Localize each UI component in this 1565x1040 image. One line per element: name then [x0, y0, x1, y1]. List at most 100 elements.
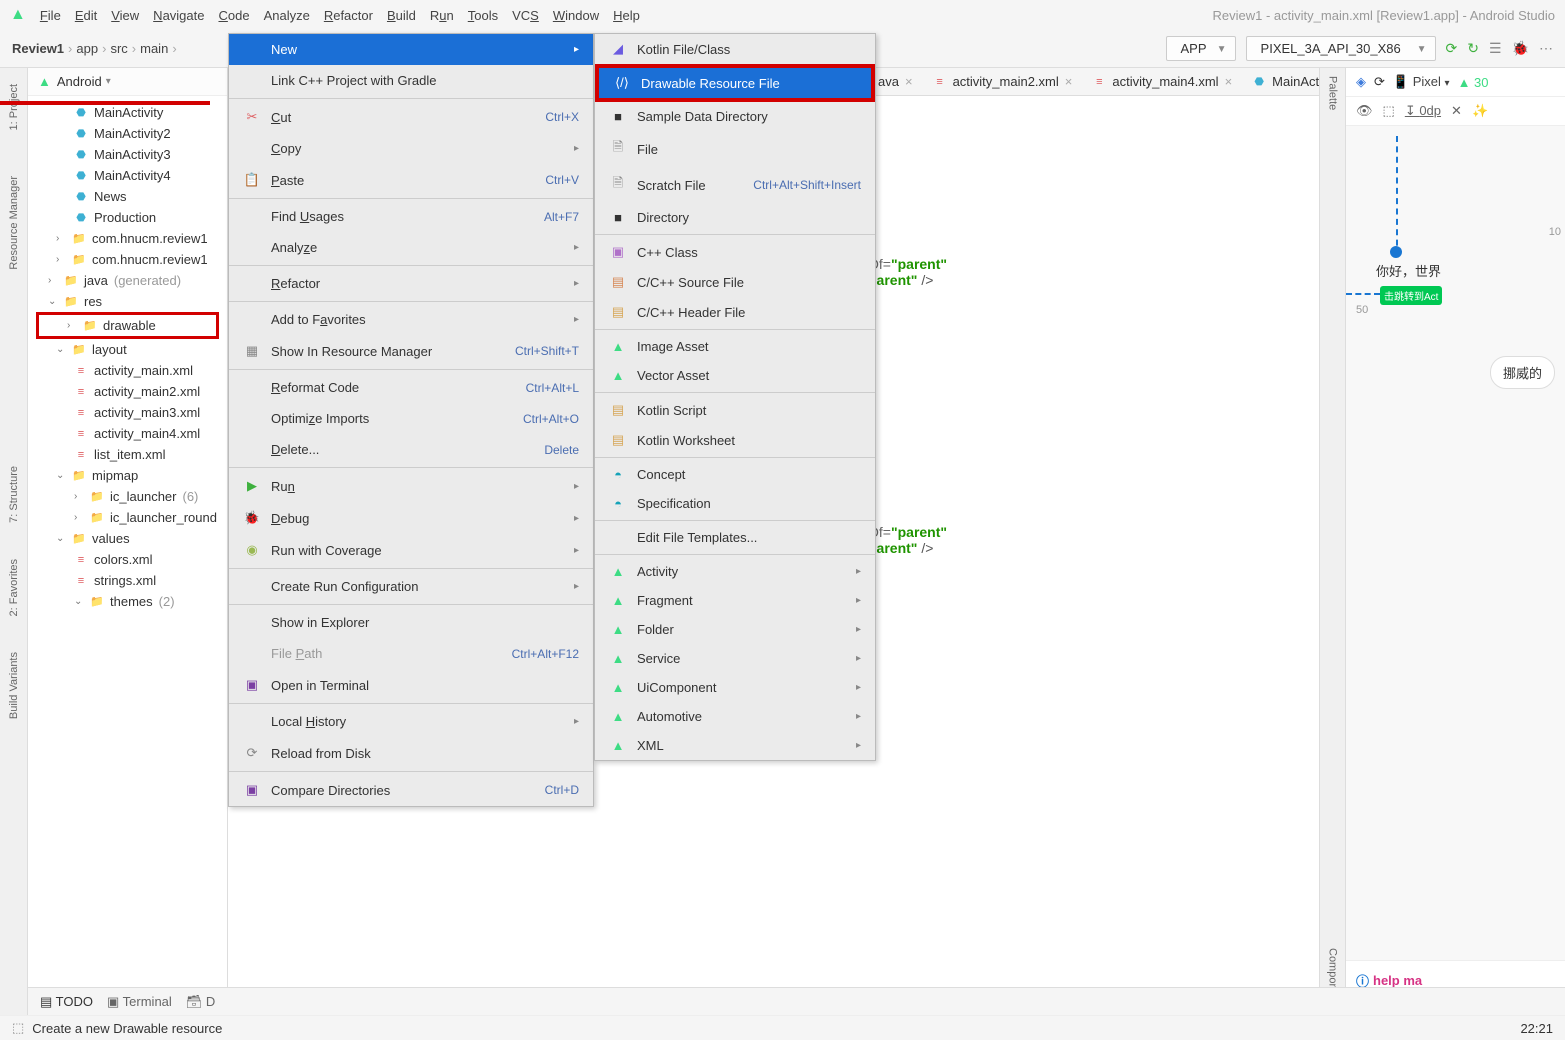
- sub-drawable-resource[interactable]: ⟨/⟩Drawable Resource File: [599, 68, 871, 98]
- tree-file-xml[interactable]: ≡list_item.xml: [28, 444, 227, 465]
- tree-file-xml[interactable]: ≡activity_main3.xml: [28, 402, 227, 423]
- editor-tab[interactable]: ≡activity_main4.xml×: [1082, 68, 1242, 95]
- tree-class-item[interactable]: ⬣MainActivity2: [28, 123, 227, 144]
- ctx-file-path[interactable]: File PathCtrl+Alt+F12: [229, 638, 593, 669]
- tree-file-xml[interactable]: ≡activity_main4.xml: [28, 423, 227, 444]
- menu-analyze[interactable]: Analyze: [264, 8, 310, 23]
- menu-edit[interactable]: Edit: [75, 8, 97, 23]
- ctx-paste[interactable]: 📋PasteCtrl+V: [229, 164, 593, 196]
- ctx-open-terminal[interactable]: ▣Open in Terminal: [229, 669, 593, 701]
- tree-class-item[interactable]: ⬣MainActivity: [28, 102, 227, 123]
- tree-folder-layout[interactable]: ⌄📁layout: [28, 339, 227, 360]
- dp-stepper[interactable]: ↧ 0dp: [1405, 103, 1441, 119]
- breadcrumb-item[interactable]: Review1: [12, 41, 64, 56]
- sub-image-asset[interactable]: ▲Image Asset: [595, 332, 875, 361]
- sub-c-header[interactable]: ▤C/C++ Header File: [595, 297, 875, 327]
- ctx-run[interactable]: ▶Run▸: [229, 470, 593, 502]
- device-picker[interactable]: 📱 Pixel ▾: [1393, 74, 1450, 90]
- sub-c-source[interactable]: ▤C/C++ Source File: [595, 267, 875, 297]
- tree-package-item[interactable]: ›📁com.hnucm.review1: [28, 228, 227, 249]
- tree-folder-res[interactable]: ⌄📁res: [28, 291, 227, 312]
- tree-folder-ic-launcher[interactable]: ›📁ic_launcher (6): [28, 486, 227, 507]
- ctx-cut[interactable]: ✂CutCtrl+X: [229, 101, 593, 133]
- tree-folder-ic-launcher-round[interactable]: ›📁ic_launcher_round: [28, 507, 227, 528]
- ctx-add-favorites[interactable]: Add to Favorites▸: [229, 304, 593, 335]
- more-icon[interactable]: ⋯: [1539, 40, 1553, 57]
- menu-vcs[interactable]: VCS: [512, 8, 539, 23]
- preview-widget[interactable]: 击跳转到Act: [1380, 286, 1442, 305]
- sub-kotlin-script[interactable]: ▤Kotlin Script: [595, 395, 875, 425]
- ctx-optimize-imports[interactable]: Optimize ImportsCtrl+Alt+O: [229, 403, 593, 434]
- sub-scratch-file[interactable]: 🗎Scratch FileCtrl+Alt+Shift+Insert: [595, 167, 875, 203]
- menu-file[interactable]: File: [40, 8, 61, 23]
- tree-folder-mipmap[interactable]: ⌄📁mipmap: [28, 465, 227, 486]
- ctx-local-history[interactable]: Local History▸: [229, 706, 593, 737]
- bug-icon[interactable]: 🐞: [1512, 40, 1529, 57]
- menu-navigate[interactable]: Navigate: [153, 8, 204, 23]
- magnet-icon[interactable]: ⬚: [1383, 103, 1395, 119]
- ctx-new[interactable]: New▸: [229, 34, 593, 65]
- close-icon[interactable]: ×: [1225, 74, 1233, 89]
- sub-fragment[interactable]: ▲Fragment▸: [595, 586, 875, 615]
- sub-xml[interactable]: ▲XML▸: [595, 731, 875, 760]
- project-panel-header[interactable]: ▲ Android ▾: [28, 68, 227, 96]
- magic-icon[interactable]: ✨: [1472, 103, 1488, 119]
- tab-structure[interactable]: 7: Structure: [4, 458, 24, 531]
- menu-window[interactable]: Window: [553, 8, 599, 23]
- preview-button[interactable]: 挪威的: [1490, 356, 1555, 389]
- sub-concept[interactable]: ◓Concept: [595, 460, 875, 489]
- ctx-delete[interactable]: Delete...Delete: [229, 434, 593, 465]
- ctx-show-resource-manager[interactable]: ▦Show In Resource ManagerCtrl+Shift+T: [229, 335, 593, 367]
- tree-folder-values[interactable]: ⌄📁values: [28, 528, 227, 549]
- menu-refactor[interactable]: Refactor: [324, 8, 373, 23]
- close-icon[interactable]: ×: [905, 74, 913, 89]
- menu-help[interactable]: Help: [613, 8, 640, 23]
- close-icon[interactable]: ×: [1065, 74, 1073, 89]
- sub-file[interactable]: 🗎File: [595, 131, 875, 167]
- ctx-link-cpp[interactable]: Link C++ Project with Gradle: [229, 65, 593, 96]
- tree-class-item[interactable]: ⬣MainActivity4: [28, 165, 227, 186]
- tree-class-item[interactable]: ⬣News: [28, 186, 227, 207]
- tab-terminal[interactable]: ▣ Terminal: [107, 994, 172, 1010]
- ctx-refactor[interactable]: Refactor▸: [229, 268, 593, 299]
- editor-tab[interactable]: ≡activity_main2.xml×: [923, 68, 1083, 95]
- tab-palette[interactable]: Palette: [1323, 68, 1343, 118]
- breadcrumb-item[interactable]: src: [110, 41, 127, 56]
- tree-file-xml[interactable]: ≡activity_main2.xml: [28, 381, 227, 402]
- eye-icon[interactable]: 👁: [1356, 103, 1373, 119]
- sub-cpp-class[interactable]: ▣C++ Class: [595, 237, 875, 267]
- ctx-show-explorer[interactable]: Show in Explorer: [229, 607, 593, 638]
- layout-preview[interactable]: 10 你好，世界 击跳转到Act 50 挪威的: [1346, 126, 1565, 960]
- sub-specification[interactable]: ◓Specification: [595, 489, 875, 518]
- tree-folder-java-gen[interactable]: ›📁java (generated): [28, 270, 227, 291]
- tree-folder-drawable[interactable]: ›📁drawable: [39, 315, 216, 336]
- refresh-icon[interactable]: ↻: [1467, 40, 1479, 57]
- tree-file-xml[interactable]: ≡activity_main.xml: [28, 360, 227, 381]
- tab-database[interactable]: 🗃 D: [186, 994, 216, 1010]
- tree-file-xml[interactable]: ≡colors.xml: [28, 549, 227, 570]
- sub-directory[interactable]: ■Directory: [595, 203, 875, 232]
- sub-edit-templates[interactable]: Edit File Templates...: [595, 523, 875, 552]
- api-picker[interactable]: ▲ 30: [1458, 75, 1489, 90]
- sub-folder[interactable]: ▲Folder▸: [595, 615, 875, 644]
- wand-icon[interactable]: ✕: [1451, 103, 1462, 119]
- sub-uicomponent[interactable]: ▲UiComponent▸: [595, 673, 875, 702]
- tree-file-xml[interactable]: ≡strings.xml: [28, 570, 227, 591]
- tab-resource-manager[interactable]: Resource Manager: [4, 168, 24, 278]
- editor-tab[interactable]: ava×: [868, 68, 923, 95]
- ctx-reload-disk[interactable]: ⟳Reload from Disk: [229, 737, 593, 769]
- ctx-compare-dirs[interactable]: ▣Compare DirectoriesCtrl+D: [229, 774, 593, 806]
- tab-project[interactable]: 1: Project: [4, 76, 24, 138]
- run-config-dropdown[interactable]: APP ▼: [1166, 36, 1236, 61]
- tab-todo[interactable]: ▤ TODO: [40, 994, 93, 1010]
- menu-run[interactable]: Run: [430, 8, 454, 23]
- ctx-debug[interactable]: 🐞Debug▸: [229, 502, 593, 534]
- menu-build[interactable]: Build: [387, 8, 416, 23]
- tree-class-item[interactable]: ⬣MainActivity3: [28, 144, 227, 165]
- orientation-icon[interactable]: ⟳: [1374, 74, 1385, 90]
- sub-automotive[interactable]: ▲Automotive▸: [595, 702, 875, 731]
- sub-vector-asset[interactable]: ▲Vector Asset: [595, 361, 875, 390]
- sub-activity[interactable]: ▲Activity▸: [595, 557, 875, 586]
- sub-service[interactable]: ▲Service▸: [595, 644, 875, 673]
- menu-view[interactable]: View: [111, 8, 139, 23]
